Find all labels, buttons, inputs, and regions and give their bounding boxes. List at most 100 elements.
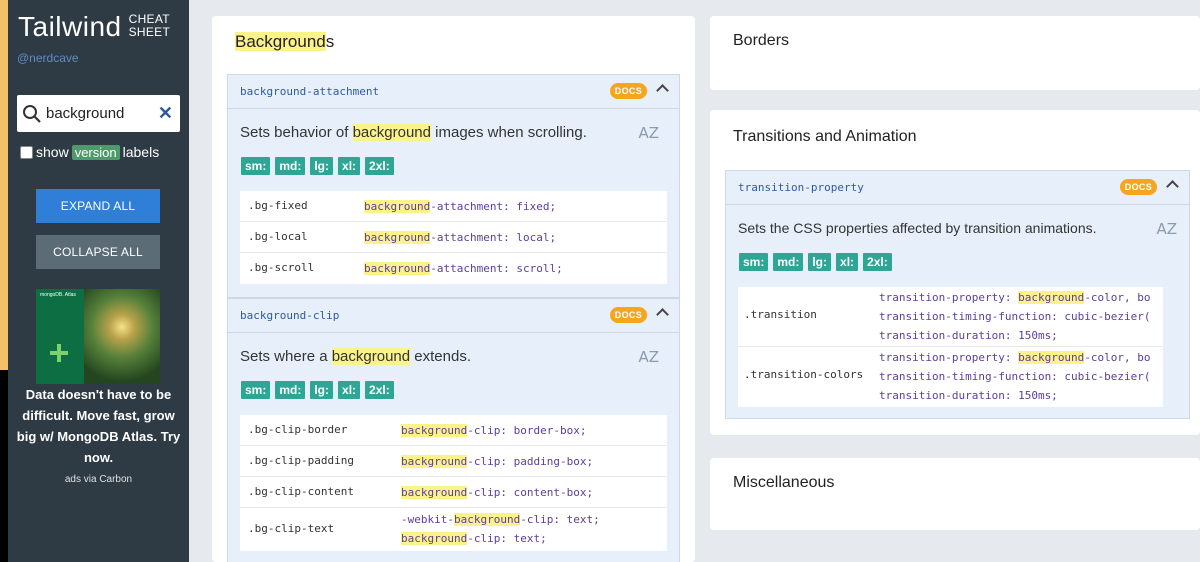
breakpoint-button[interactable]: sm: (240, 156, 272, 176)
sidebar: Tailwind CHEAT SHEET @nerdcave ✕ show ve… (8, 0, 189, 562)
property-value: background-clip: padding-box; (401, 452, 593, 471)
title-rest: s (325, 32, 335, 51)
miscellaneous-card[interactable]: Miscellaneous (710, 458, 1200, 530)
table-row: .transition transition-property: backgrou… (738, 287, 1163, 347)
docs-badge[interactable]: DOCS (1119, 179, 1157, 195)
borders-card[interactable]: Borders (710, 16, 1200, 90)
property-text: -clip: text; (467, 532, 547, 545)
sort-az-icon[interactable]: AZ (638, 348, 659, 366)
ad-brand-panel: mongoDB. Atlas (36, 289, 84, 384)
property-line: background-clip: text; (401, 529, 600, 548)
table-row: .bg-clip-padding background-clip: padding… (240, 446, 667, 477)
breakpoint-button[interactable]: sm: (738, 252, 770, 272)
brand-title: Tailwind (18, 11, 122, 42)
class-table: .bg-clip-border background-clip: border-b… (240, 415, 667, 551)
property-highlight: background (401, 455, 468, 468)
property-line: transition-timing-function: cubic-bezier… (879, 307, 1151, 326)
class-name[interactable]: .bg-clip-padding (248, 454, 354, 467)
property-highlight: background (364, 262, 431, 275)
search-box: ✕ (17, 95, 180, 132)
section-description: Sets where a background extends. (240, 348, 471, 365)
clear-search-icon[interactable]: ✕ (158, 103, 173, 124)
ad-image[interactable]: mongoDB. Atlas (36, 289, 160, 384)
ad-via-link[interactable]: ads via Carbon (16, 474, 181, 485)
forest-photo (84, 289, 160, 384)
class-name[interactable]: .bg-clip-border (248, 423, 347, 436)
breakpoint-button[interactable]: lg: (807, 252, 833, 272)
property-highlight: background (364, 231, 431, 244)
property-text: transition-property: (879, 291, 1019, 304)
chevron-up-icon[interactable] (1166, 180, 1179, 193)
property-line: background-clip: padding-box; (401, 452, 593, 471)
breakpoint-button[interactable]: md: (274, 156, 307, 176)
brand-sub-line-1: CHEAT (128, 12, 170, 26)
sort-az-icon[interactable]: AZ (1156, 220, 1177, 238)
expand-all-button[interactable]: EXPAND ALL (36, 189, 160, 223)
class-name[interactable]: .transition (744, 308, 817, 321)
sort-az-icon[interactable]: AZ (638, 124, 659, 142)
show-version-labels-toggle[interactable]: show version labels (20, 144, 159, 160)
section-description: Sets behavior of background images when … (240, 124, 587, 141)
class-name[interactable]: .bg-fixed (248, 199, 308, 212)
class-name[interactable]: .bg-local (248, 230, 308, 243)
property-text: transition-property: (879, 351, 1019, 364)
breakpoint-button[interactable]: sm: (240, 380, 272, 400)
version-pill: version (71, 144, 120, 160)
ad-text-link[interactable]: Data doesn't have to be difficult. Move … (16, 384, 181, 468)
docs-badge[interactable]: DOCS (609, 307, 647, 323)
breakpoint-button[interactable]: 2xl: (364, 156, 395, 176)
section-header[interactable]: background-attachment DOCS (228, 75, 679, 109)
breakpoint-button[interactable]: md: (274, 380, 307, 400)
chevron-up-icon[interactable] (656, 84, 669, 97)
transitions-card: Transitions and Animation transition-pro… (710, 110, 1200, 435)
section-header[interactable]: background-clip DOCS (228, 299, 679, 333)
breakpoint-button[interactable]: lg: (309, 380, 335, 400)
section-header[interactable]: transition-property DOCS (726, 171, 1189, 205)
property-line: background-attachment: local; (364, 228, 556, 247)
class-name[interactable]: .bg-clip-text (248, 522, 334, 535)
breakpoint-list: sm: md: lg: xl: 2xl: (240, 156, 395, 176)
search-input[interactable] (46, 105, 146, 122)
desc-pre: Sets where a (240, 348, 332, 365)
docs-badge[interactable]: DOCS (609, 83, 647, 99)
ad-brand-text: mongoDB. Atlas (40, 292, 76, 298)
property-value: -webkit-background-clip: text; background… (401, 510, 600, 548)
show-version-checkbox[interactable] (20, 145, 33, 159)
transition-property-section: transition-property DOCS Sets the CSS pr… (725, 170, 1190, 419)
breakpoint-button[interactable]: 2xl: (364, 380, 395, 400)
desc-pre: Sets behavior of (240, 124, 353, 141)
breakpoint-button[interactable]: xl: (337, 156, 362, 176)
brand[interactable]: Tailwind CHEAT SHEET (18, 12, 170, 42)
chevron-up-icon[interactable] (656, 308, 669, 321)
collapse-all-button[interactable]: COLLAPSE ALL (36, 235, 160, 269)
breakpoint-button[interactable]: xl: (835, 252, 860, 272)
class-name[interactable]: .bg-clip-content (248, 485, 354, 498)
breakpoint-button[interactable]: lg: (309, 156, 335, 176)
class-name[interactable]: .bg-scroll (248, 261, 314, 274)
transitions-title[interactable]: Transitions and Animation (733, 128, 917, 146)
brand-subtitle: CHEAT SHEET (129, 13, 171, 39)
search-icon (21, 103, 43, 125)
property-value: background-attachment: local; (364, 228, 556, 247)
breakpoint-list: sm: md: lg: xl: 2xl: (738, 252, 893, 272)
property-line: background-attachment: scroll; (364, 259, 563, 278)
table-row: .bg-scroll background-attachment: scroll; (240, 253, 667, 284)
labels-text: labels (122, 144, 160, 160)
section-description: Sets the CSS properties affected by tran… (738, 220, 1097, 236)
property-line: -webkit-background-clip: text; (401, 510, 600, 529)
property-text: -attachment: local; (430, 231, 557, 244)
twitter-handle-link[interactable]: @nerdcave (17, 51, 79, 65)
table-row: .transition-colors transition-property: b… (738, 347, 1163, 407)
class-name[interactable]: .transition-colors (744, 368, 863, 381)
desc-post: extends. (410, 348, 471, 365)
table-row: .bg-clip-text -webkit-background-clip: te… (240, 508, 667, 550)
property-line: transition-property: background-color, b… (879, 288, 1151, 307)
property-line: background-clip: content-box; (401, 483, 593, 502)
breakpoint-button[interactable]: md: (772, 252, 805, 272)
property-text: -attachment: fixed; (430, 200, 557, 213)
property-text: -webkit- (401, 513, 454, 526)
breakpoint-list: sm: md: lg: xl: 2xl: (240, 380, 395, 400)
property-line: transition-duration: 150ms; (879, 386, 1151, 405)
breakpoint-button[interactable]: xl: (337, 380, 362, 400)
breakpoint-button[interactable]: 2xl: (862, 252, 893, 272)
